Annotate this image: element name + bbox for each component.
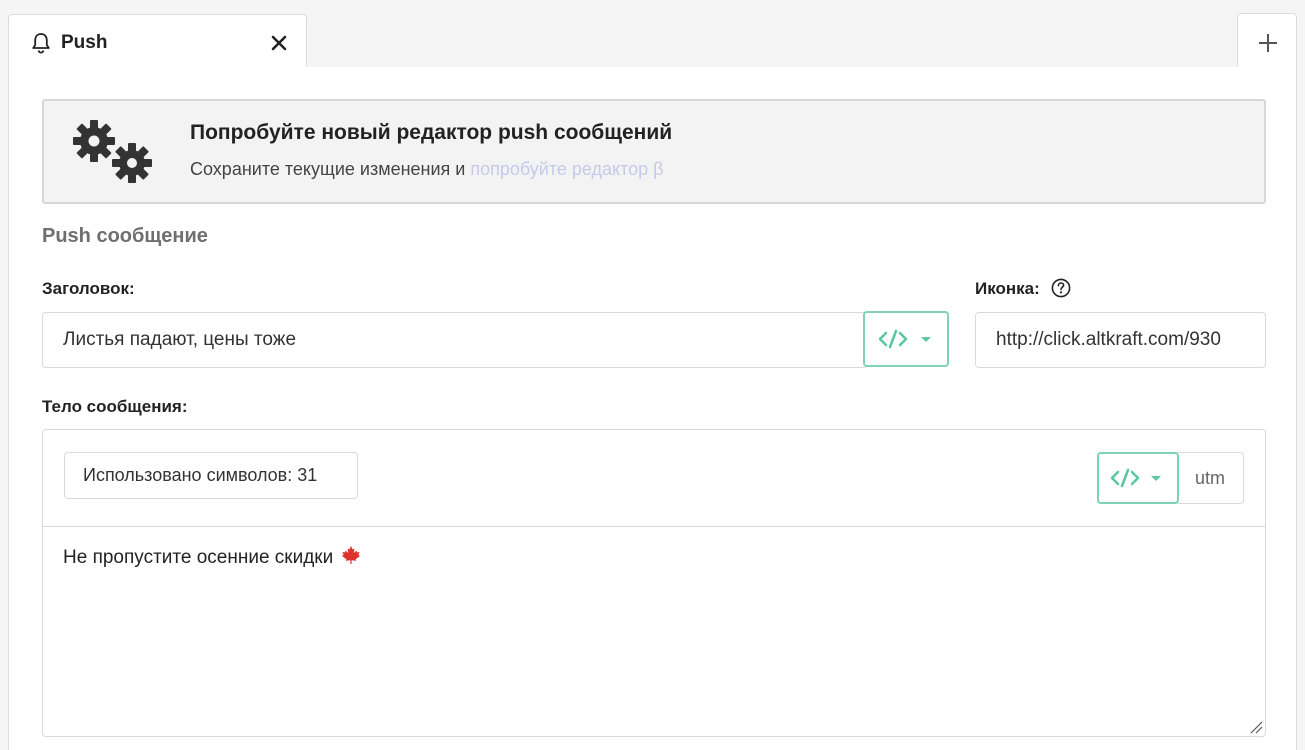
banner-text-prefix: Сохраните текущие изменения и [190, 159, 471, 179]
plus-icon [1259, 34, 1277, 52]
resize-handle-icon[interactable] [1247, 718, 1263, 734]
tab-push[interactable]: Push [8, 14, 307, 69]
code-icon [1110, 468, 1161, 488]
tab-label: Push [61, 32, 108, 53]
char-counter: Использовано символов: 31 [64, 452, 358, 499]
try-new-editor-link[interactable]: попробуйте редактор β [470, 159, 663, 179]
maple-leaf-icon [342, 546, 361, 564]
title-variables-dropdown[interactable] [863, 311, 949, 367]
add-tab-button[interactable] [1237, 13, 1297, 69]
message-body-editor: Использовано символов: 31 utm Не пропуст… [42, 429, 1266, 737]
close-icon[interactable] [268, 32, 290, 54]
code-icon [878, 329, 931, 349]
push-editor-panel: Попробуйте новый редактор push сообщений… [8, 67, 1297, 750]
body-variables-dropdown[interactable] [1097, 452, 1179, 504]
tab-bar: Push [0, 0, 1305, 69]
bell-icon [32, 33, 50, 54]
body-label: Тело сообщения: [42, 397, 188, 416]
gears-icon [73, 120, 152, 183]
icon-url-input[interactable]: http://click.altkraft.com/930 [975, 312, 1266, 368]
banner-title: Попробуйте новый редактор push сообщений [190, 121, 673, 144]
utm-button[interactable]: utm [1177, 452, 1244, 504]
message-body-text: Не пропустите осенние скидки [63, 547, 334, 568]
icon-label: Иконка: [975, 279, 1040, 298]
banner-text: Сохраните текущие изменения и попробуйте… [190, 159, 664, 180]
new-editor-banner: Попробуйте новый редактор push сообщений… [42, 99, 1266, 204]
message-body-textarea[interactable]: Не пропустите осенние скидки [63, 545, 361, 569]
section-title: Push сообщение [42, 225, 208, 247]
help-icon[interactable] [1051, 278, 1071, 298]
title-input[interactable]: Листья падают, цены тоже [42, 312, 868, 368]
toolbar-divider [43, 526, 1265, 527]
title-label: Заголовок: [42, 279, 135, 298]
